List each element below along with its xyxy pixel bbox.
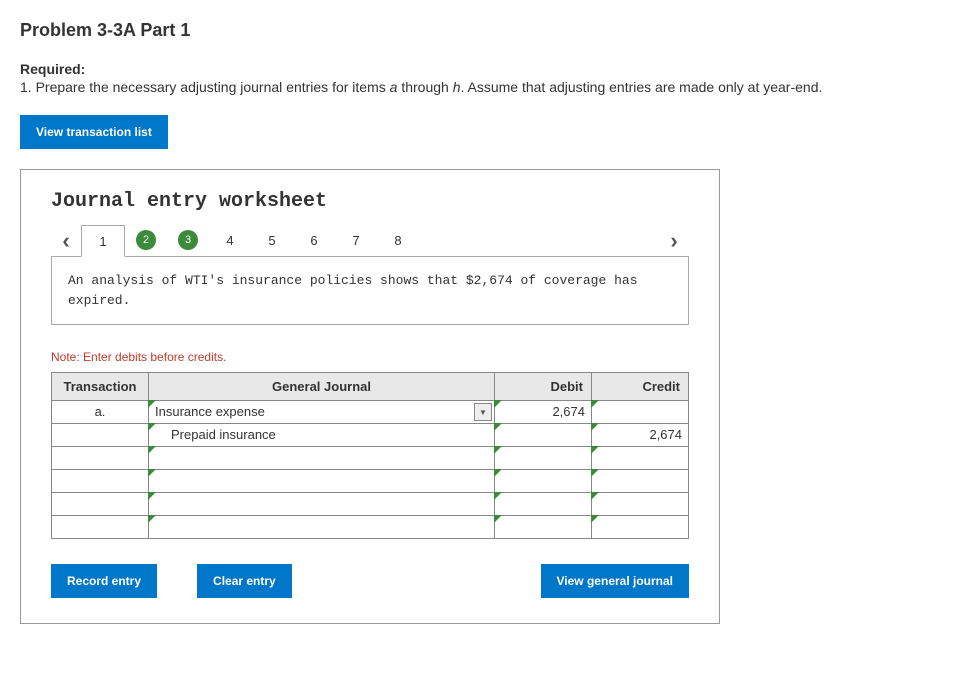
tab-5[interactable]: 5 [251, 225, 293, 255]
cell-marker-icon [591, 469, 599, 477]
account-cell[interactable] [149, 516, 494, 538]
journal-worksheet-panel: Journal entry worksheet ‹ 12345678 › An … [20, 169, 720, 624]
account-cell[interactable]: Prepaid insurance [149, 424, 494, 446]
clear-entry-button[interactable]: Clear entry [197, 564, 292, 598]
header-transaction: Transaction [52, 373, 149, 401]
tx-cell [52, 447, 148, 469]
cell-marker-icon [591, 492, 599, 500]
cell-marker-icon [494, 400, 502, 408]
req-pre: 1. Prepare the necessary adjusting journ… [20, 79, 390, 95]
header-debit: Debit [495, 373, 592, 401]
tab-6[interactable]: 6 [293, 225, 335, 255]
next-tab-chevron[interactable]: › [659, 228, 689, 254]
debit-cell[interactable] [495, 493, 591, 515]
table-row [52, 470, 689, 493]
cell-marker-icon [494, 469, 502, 477]
credit-cell[interactable] [592, 447, 688, 469]
debit-cell[interactable] [495, 447, 591, 469]
problem-title: Problem 3-3A Part 1 [20, 20, 948, 41]
prev-tab-chevron[interactable]: ‹ [51, 228, 81, 254]
tab-4[interactable]: 4 [209, 225, 251, 255]
note-text: Note: Enter debits before credits. [51, 350, 689, 364]
tab-2[interactable]: 2 [125, 225, 167, 255]
transaction-description: An analysis of WTI's insurance policies … [51, 256, 689, 325]
debit-cell[interactable] [495, 470, 591, 492]
cell-marker-icon [148, 515, 156, 523]
cell-marker-icon [494, 492, 502, 500]
tx-cell: a. [52, 401, 148, 423]
cell-marker-icon [494, 515, 502, 523]
debit-cell[interactable]: 2,674 [495, 401, 591, 423]
table-row [52, 493, 689, 516]
header-general-journal: General Journal [149, 373, 495, 401]
cell-marker-icon [148, 492, 156, 500]
tab-1[interactable]: 1 [81, 225, 125, 257]
table-row: a.Insurance expense▼2,674 [52, 401, 689, 424]
tx-cell [52, 470, 148, 492]
tab-row: ‹ 12345678 › [51, 225, 689, 256]
req-post: . Assume that adjusting entries are made… [461, 79, 823, 95]
cell-marker-icon [494, 446, 502, 454]
credit-cell[interactable] [592, 493, 688, 515]
tx-cell [52, 493, 148, 515]
table-row: Prepaid insurance 2,674 [52, 424, 689, 447]
cell-marker-icon [148, 400, 156, 408]
account-cell[interactable]: Insurance expense [149, 401, 494, 423]
dropdown-icon[interactable]: ▼ [474, 403, 492, 421]
table-row [52, 516, 689, 539]
debit-cell[interactable] [495, 516, 591, 538]
cell-marker-icon [494, 423, 502, 431]
cell-marker-icon [148, 423, 156, 431]
header-credit: Credit [592, 373, 689, 401]
tx-cell [52, 516, 148, 538]
required-text: 1. Prepare the necessary adjusting journ… [20, 79, 948, 95]
record-entry-button[interactable]: Record entry [51, 564, 157, 598]
view-general-journal-button[interactable]: View general journal [541, 564, 689, 598]
journal-table: Transaction General Journal Debit Credit… [51, 372, 689, 539]
tx-cell [52, 424, 148, 446]
cell-marker-icon [591, 423, 599, 431]
view-transaction-list-button[interactable]: View transaction list [20, 115, 168, 149]
account-cell[interactable] [149, 470, 494, 492]
tab-3[interactable]: 3 [167, 225, 209, 255]
credit-cell[interactable]: 2,674 [592, 424, 688, 446]
cell-marker-icon [591, 446, 599, 454]
required-label: Required: [20, 61, 948, 77]
req-mid: through [397, 79, 452, 95]
account-cell[interactable] [149, 493, 494, 515]
account-cell[interactable] [149, 447, 494, 469]
tab-7[interactable]: 7 [335, 225, 377, 255]
cell-marker-icon [148, 446, 156, 454]
credit-cell[interactable] [592, 470, 688, 492]
table-row [52, 447, 689, 470]
credit-cell[interactable] [592, 401, 688, 423]
debit-cell[interactable] [495, 424, 591, 446]
tab-8[interactable]: 8 [377, 225, 419, 255]
cell-marker-icon [591, 400, 599, 408]
credit-cell[interactable] [592, 516, 688, 538]
cell-marker-icon [591, 515, 599, 523]
req-i2: h [453, 79, 461, 95]
worksheet-title: Journal entry worksheet [51, 190, 689, 213]
cell-marker-icon [148, 469, 156, 477]
